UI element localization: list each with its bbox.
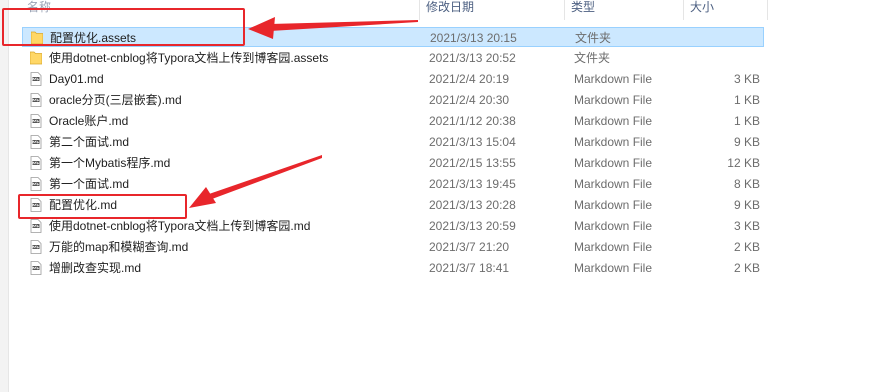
annotation-arrows <box>189 17 418 208</box>
annotation-arrow-bottom <box>189 155 322 208</box>
annotation-arrow-top <box>248 17 418 39</box>
